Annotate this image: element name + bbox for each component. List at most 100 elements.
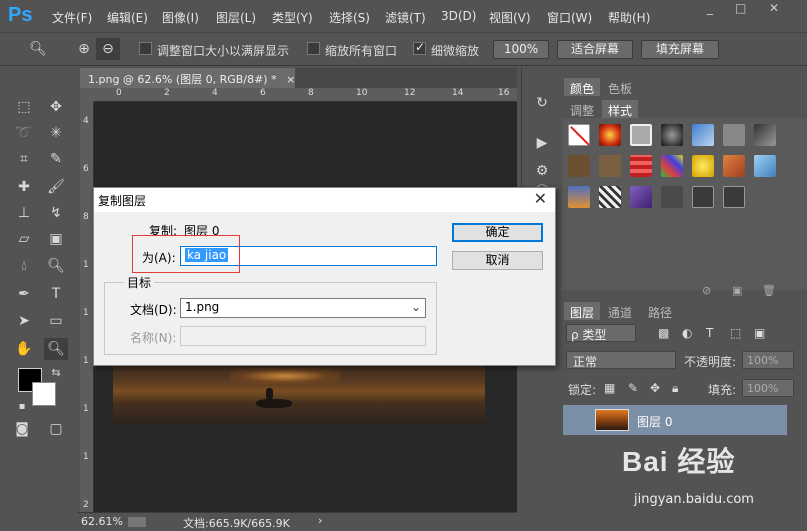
zoom-readout[interactable]: 62.61% [81,515,123,528]
new-style-icon[interactable]: ▣ [732,284,742,297]
filter-adjust-icon[interactable]: ◐ [682,326,692,340]
delete-style-icon[interactable]: 🗑︎ [762,284,776,297]
history-brush-icon[interactable]: ↯ [44,202,68,224]
name-input[interactable] [180,326,426,346]
default-colors-icon[interactable]: ▪ [10,396,34,418]
eraser-tool-icon[interactable]: ▱ [12,228,36,250]
layer-row[interactable]: 图层 0 [563,405,787,435]
path-select-icon[interactable]: ➤ [12,310,36,332]
menu-image[interactable]: 图像(I) [162,9,199,26]
dialog-close-icon[interactable]: ✕ [534,189,547,208]
marquee-tool-icon[interactable]: ⬚ [12,96,36,118]
style-swatch[interactable] [723,155,745,177]
style-swatch[interactable] [568,155,590,177]
zoom-out-icon[interactable]: ⊖ [96,38,120,60]
resize-windows-checkbox[interactable] [139,42,152,55]
style-swatch[interactable] [692,186,714,208]
no-style-icon[interactable]: ⊘ [702,284,711,297]
gradient-tool-icon[interactable]: ▣ [44,228,68,250]
style-swatch[interactable] [723,124,745,146]
horizontal-ruler[interactable]: 0 2 4 6 8 10 12 14 16 [94,88,517,102]
cancel-button[interactable]: 取消 [452,251,543,270]
menu-view[interactable]: 视图(V) [489,9,531,26]
menu-filter[interactable]: 滤镜(T) [385,9,426,26]
style-swatch[interactable] [661,186,683,208]
swap-colors-icon[interactable]: ⇆ [44,362,68,384]
blur-tool-icon[interactable]: 💧︎ [12,255,36,277]
lock-position-icon[interactable]: ✥ [650,381,660,395]
pen-tool-icon[interactable]: ✒ [12,283,36,305]
menu-3d[interactable]: 3D(D) [441,9,476,23]
menu-file[interactable]: 文件(F) [52,9,92,26]
history-panel-icon[interactable]: ↻ [530,92,554,114]
zoom-all-checkbox[interactable] [307,42,320,55]
eyedropper-icon[interactable]: ✎ [44,148,68,170]
type-tool-icon[interactable]: T [44,283,68,305]
tab-paths[interactable]: 路径 [642,302,678,320]
lock-all-icon[interactable]: 🔒︎ [672,381,678,396]
magic-wand-icon[interactable]: ✳ [44,122,68,144]
tab-channels[interactable]: 通道 [602,302,638,320]
tab-styles[interactable]: 样式 [602,100,639,118]
fill-screen-button[interactable]: 填充屏幕 [641,40,719,59]
quick-mask-icon[interactable]: ◙ [10,418,34,440]
move-tool-icon[interactable]: ✥ [44,96,68,118]
brush-tool-icon[interactable]: 🖌︎ [44,176,68,198]
style-swatch[interactable] [568,186,590,208]
opacity-field[interactable]: 100% [742,351,794,369]
document-tab[interactable]: 1.png @ 62.6% (图层 0, RGB/8#) * × [80,68,295,88]
zoom-100-button[interactable]: 100% [493,40,549,59]
blend-mode-select[interactable]: 正常 [566,351,676,369]
zoom-tool-icon[interactable]: 🔍︎ [44,338,68,360]
document-select[interactable]: 1.png ⌄ [180,298,426,318]
filter-shape-icon[interactable]: ⬚ [730,326,741,340]
zoom-tool-preset-icon[interactable]: 🔍︎ [26,38,50,60]
vertical-ruler[interactable]: 4 6 8 1 1 1 1 1 2 [80,102,94,512]
crop-tool-icon[interactable]: ⌗ [12,148,36,170]
dodge-tool-icon[interactable]: 🔍︎ [44,255,68,277]
layer-name[interactable]: 图层 0 [637,413,672,430]
filter-type-icon[interactable]: T [706,326,713,340]
layer-kind-filter[interactable]: ρ 类型 [566,324,636,342]
rectangle-tool-icon[interactable]: ▭ [44,310,68,332]
lock-transparency-icon[interactable]: ▦ [604,381,615,395]
style-swatch[interactable] [630,155,652,177]
style-swatch[interactable] [599,155,621,177]
fill-field[interactable]: 100% [742,379,794,397]
style-swatch[interactable] [661,155,683,177]
filter-smart-icon[interactable]: ▣ [754,326,765,340]
style-none-swatch[interactable] [568,124,590,146]
style-swatch[interactable] [754,155,776,177]
healing-brush-icon[interactable]: ✚ [12,176,36,198]
style-swatch[interactable] [599,186,621,208]
tab-adjustments[interactable]: 调整 [564,100,600,118]
style-swatch[interactable] [754,124,776,146]
background-color-swatch[interactable] [32,382,56,406]
zoom-in-icon[interactable]: ⊕ [72,38,96,60]
style-swatch[interactable] [723,186,745,208]
style-swatch[interactable] [630,186,652,208]
properties-panel-icon[interactable]: ⚙ [530,160,554,182]
ok-button[interactable]: 确定 [452,223,543,242]
close-icon[interactable]: ✕ [769,2,781,14]
screen-mode-icon[interactable]: ▢ [44,418,68,440]
maximize-icon[interactable]: □ [735,2,747,14]
hand-tool-icon[interactable]: ✋ [12,338,36,360]
clone-stamp-icon[interactable]: ⊥ [12,202,36,224]
status-arrow-icon[interactable]: › [318,514,322,527]
style-swatch[interactable] [661,124,683,146]
menu-edit[interactable]: 编辑(E) [107,9,148,26]
menu-layer[interactable]: 图层(L) [216,9,256,26]
menu-window[interactable]: 窗口(W) [547,9,592,26]
style-swatch[interactable] [630,124,652,146]
actions-panel-icon[interactable]: ▶ [530,132,554,154]
style-swatch[interactable] [692,124,714,146]
lasso-tool-icon[interactable]: ➰ [12,122,36,144]
close-tab-icon[interactable]: × [286,73,295,86]
menu-type[interactable]: 类型(Y) [272,9,313,26]
tab-layers[interactable]: 图层 [564,302,601,320]
fit-screen-button[interactable]: 适合屏幕 [557,40,633,59]
style-swatch[interactable] [599,124,621,146]
minimize-icon[interactable]: _ [707,2,719,14]
menu-select[interactable]: 选择(S) [329,9,370,26]
